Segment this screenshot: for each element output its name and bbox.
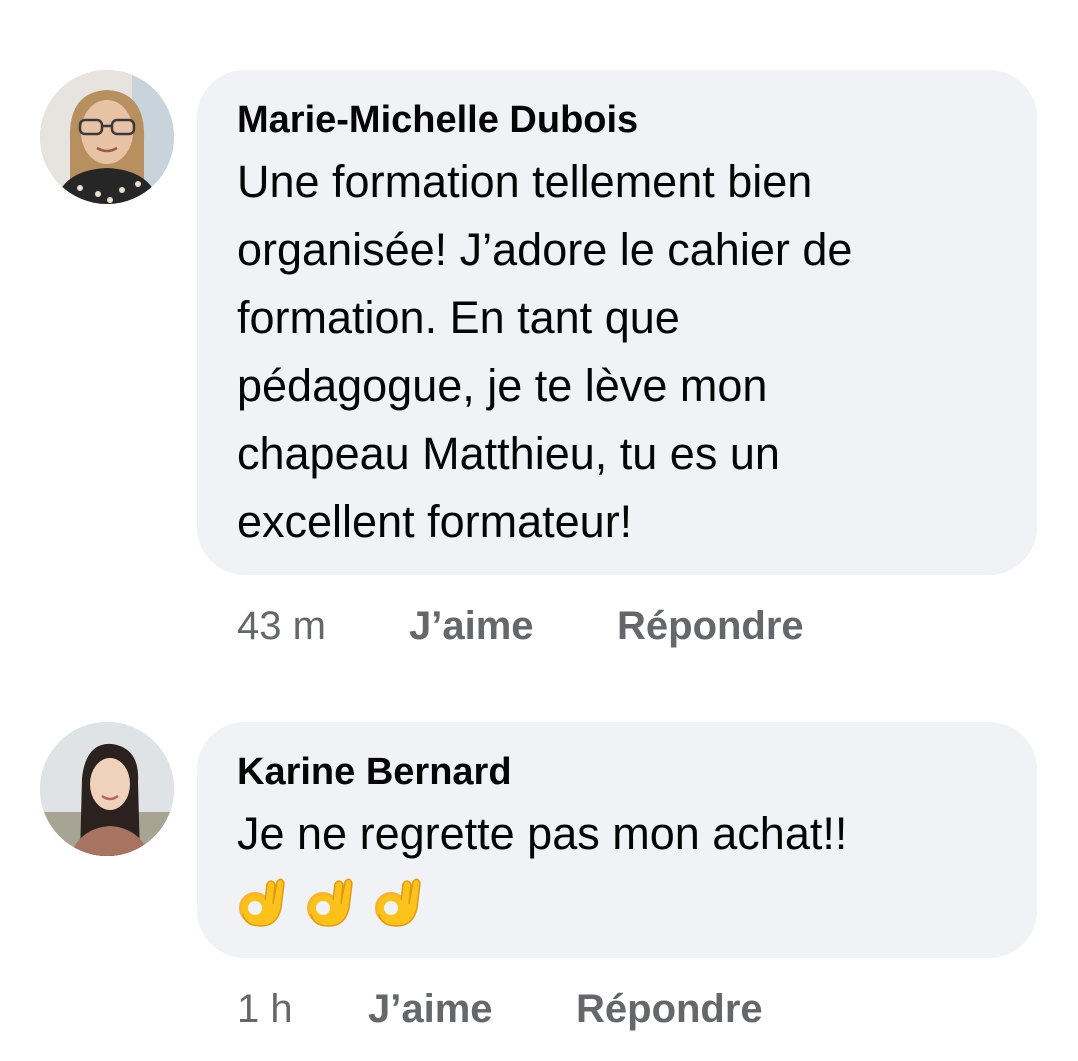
comment-2: Karine Bernard Je ne regrette pas mon ac… <box>0 0 1078 1061</box>
like-button[interactable]: J’aime <box>368 987 576 1032</box>
ok-hand-emoji <box>307 878 353 927</box>
ok-hand-emoji <box>375 878 421 927</box>
avatar-karine[interactable] <box>40 722 174 856</box>
emoji-row <box>237 874 997 930</box>
reply-button[interactable]: Répondre <box>576 987 763 1032</box>
comment-author[interactable]: Karine Bernard <box>237 750 997 794</box>
comment-bubble: Karine Bernard Je ne regrette pas mon ac… <box>197 722 1037 958</box>
ok-hand-emoji <box>239 878 285 927</box>
profile-photo-icon <box>40 722 174 856</box>
comment-timestamp[interactable]: 1 h <box>237 987 368 1032</box>
comment-text: Je ne regrette pas mon achat!! <box>237 808 848 859</box>
comment-actions: 1 h J’aime Répondre <box>237 986 763 1032</box>
